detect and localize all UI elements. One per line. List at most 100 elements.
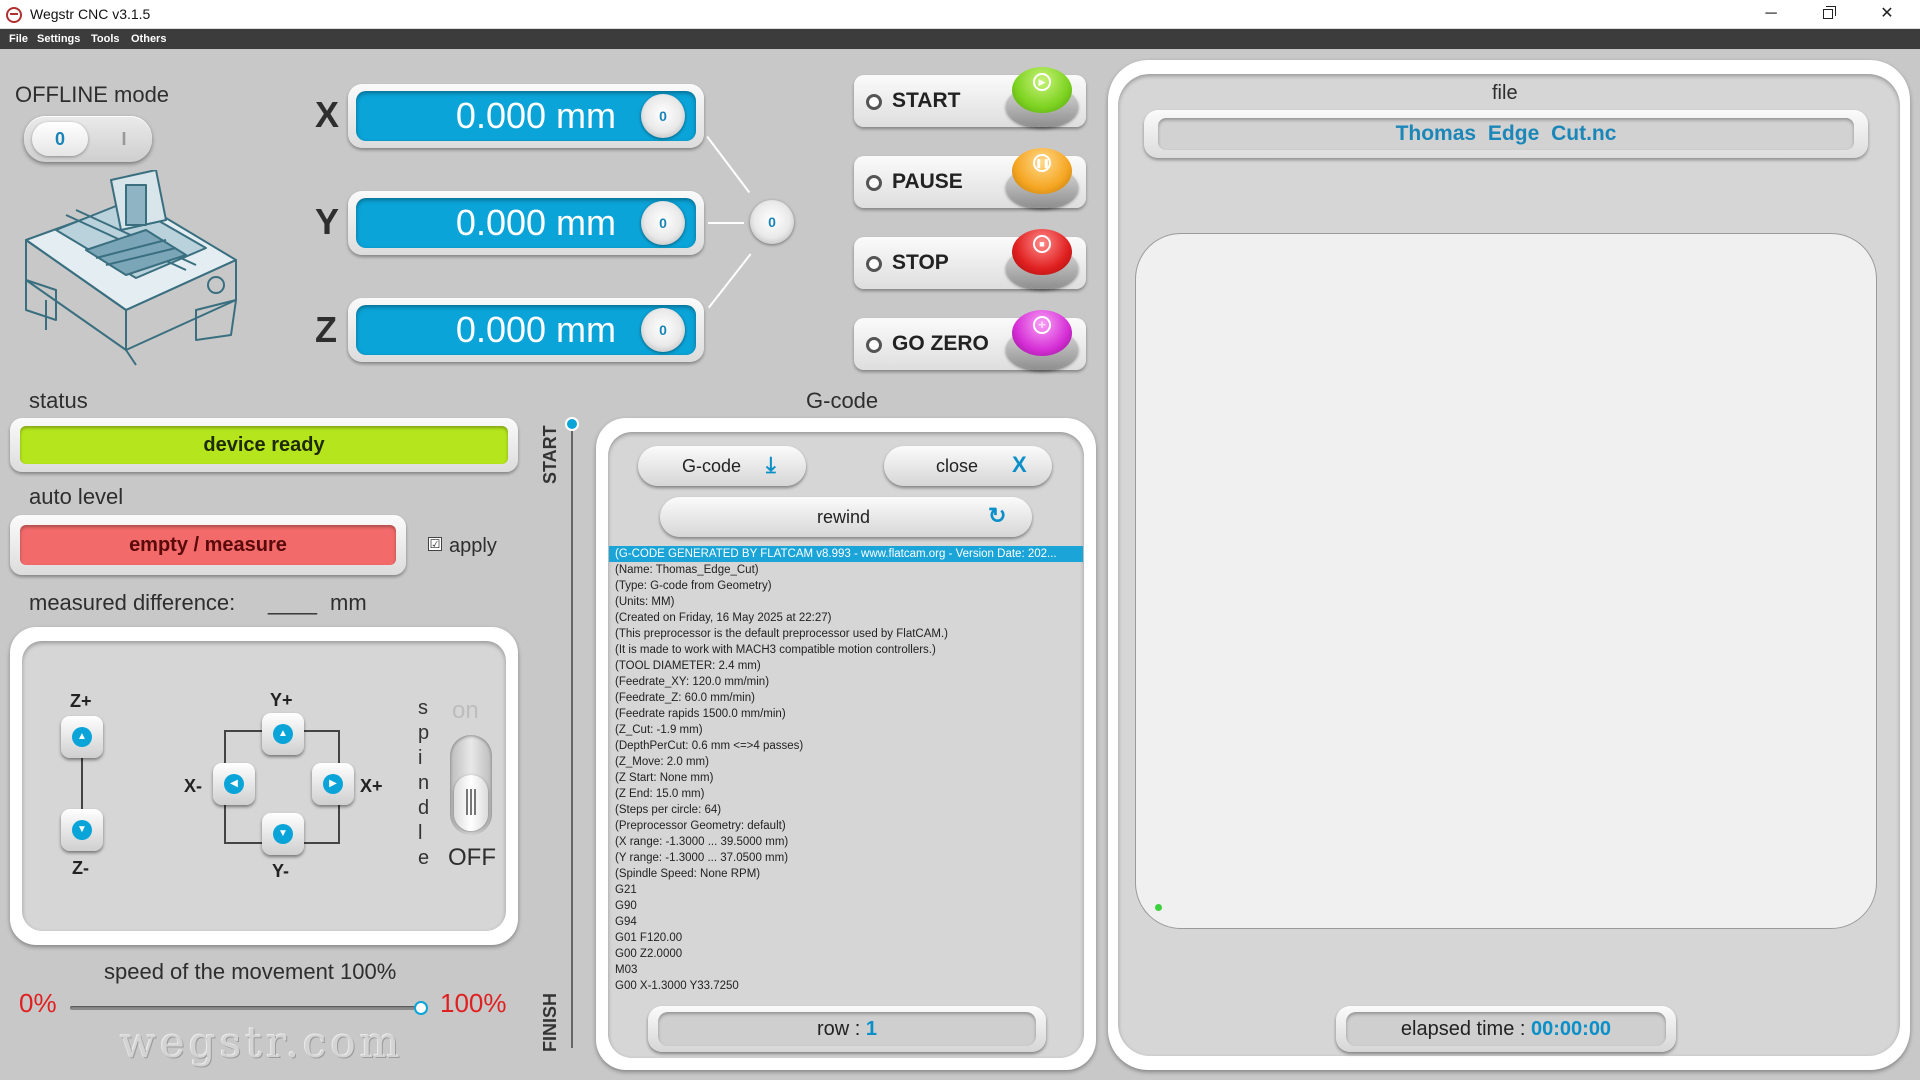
gcode-line[interactable]: (Units: MM) bbox=[609, 594, 1083, 610]
gcode-line[interactable]: G00 X-1.3000 Y33.7250 bbox=[609, 978, 1083, 994]
gcode-line[interactable]: (Steps per circle: 64) bbox=[609, 802, 1083, 818]
zero-all-button[interactable]: 0 bbox=[750, 200, 794, 244]
y-minus-label: Y- bbox=[272, 861, 290, 881]
gcode-line[interactable]: (TOOL DIAMETER: 2.4 mm) bbox=[609, 658, 1083, 674]
y-zero-button[interactable]: 0 bbox=[641, 201, 685, 245]
progress-track bbox=[571, 428, 573, 1048]
gcode-line[interactable]: (Z End: 15.0 mm) bbox=[609, 786, 1083, 802]
go-zero-button-cap: ✛ bbox=[1012, 310, 1072, 356]
z-plus-button[interactable]: ▲ bbox=[61, 716, 103, 758]
stop-button[interactable]: ■ bbox=[1006, 229, 1078, 289]
file-label: file bbox=[1492, 82, 1518, 104]
close-icon: X bbox=[1012, 452, 1027, 477]
measured-difference-unit: mm bbox=[330, 590, 367, 615]
gcode-line[interactable]: (Feedrate_Z: 60.0 mm/min) bbox=[609, 690, 1083, 706]
gcode-line[interactable]: (Y range: -1.3000 ... 37.0500 mm) bbox=[609, 850, 1083, 866]
apply-checkbox[interactable]: ☑ bbox=[428, 537, 442, 551]
x-plus-label: X+ bbox=[360, 776, 383, 796]
gcode-line[interactable]: (This preprocessor is the default prepro… bbox=[609, 626, 1083, 642]
gcode-line[interactable]: G21 bbox=[609, 882, 1083, 898]
x-plus-button[interactable]: ▶ bbox=[312, 763, 354, 805]
rewind-button[interactable]: rewind ↻ bbox=[660, 497, 1032, 537]
measured-difference-label: measured difference: bbox=[29, 590, 236, 615]
spindle-toggle[interactable] bbox=[450, 735, 492, 835]
pause-radio[interactable] bbox=[866, 175, 882, 191]
x-minus-button[interactable]: ◀ bbox=[213, 763, 255, 805]
arrow-down-icon: ▼ bbox=[273, 824, 293, 844]
start-radio[interactable] bbox=[866, 94, 882, 110]
progress-start-label: START bbox=[540, 425, 560, 484]
menu-others[interactable]: Others bbox=[131, 33, 166, 45]
minimize-button[interactable]: ─ bbox=[1742, 0, 1800, 29]
gcode-line[interactable]: (X range: -1.3000 ... 39.5000 mm) bbox=[609, 834, 1083, 850]
menu-tools[interactable]: Tools bbox=[91, 33, 120, 45]
gcode-line[interactable]: (G-CODE GENERATED BY FLATCAM v8.993 - ww… bbox=[609, 546, 1083, 562]
gcode-list[interactable]: (G-CODE GENERATED BY FLATCAM v8.993 - ww… bbox=[609, 546, 1083, 1000]
x-zero-button[interactable]: 0 bbox=[641, 94, 685, 138]
gcode-line[interactable]: (Feedrate_XY: 120.0 mm/min) bbox=[609, 674, 1083, 690]
y-minus-button[interactable]: ▼ bbox=[262, 813, 304, 855]
menu-file[interactable]: File bbox=[9, 33, 28, 45]
z-zero-button[interactable]: 0 bbox=[641, 308, 685, 352]
speed-slider-handle[interactable] bbox=[414, 1001, 428, 1015]
go-zero-button[interactable]: ✛ bbox=[1006, 310, 1078, 370]
apply-label: apply bbox=[449, 535, 497, 557]
gcode-line[interactable]: (Z_Move: 2.0 mm) bbox=[609, 754, 1083, 770]
go-zero-control[interactable]: GO ZERO ✛ bbox=[854, 310, 1086, 370]
status-label: status bbox=[29, 388, 88, 413]
download-icon: ⤓ bbox=[766, 452, 776, 477]
gcode-line[interactable]: G90 bbox=[609, 898, 1083, 914]
close-gcode-button[interactable]: close X bbox=[884, 446, 1052, 486]
offline-toggle-knob: 0 bbox=[32, 122, 88, 156]
gcode-line[interactable]: (It is made to work with MACH3 compatibl… bbox=[609, 642, 1083, 658]
window-title: Wegstr CNC v3.1.5 bbox=[30, 6, 151, 22]
gcode-line[interactable]: G01 F120.00 bbox=[609, 930, 1083, 946]
close-window-button[interactable]: ✕ bbox=[1858, 0, 1916, 29]
y-plus-button[interactable]: ▲ bbox=[262, 713, 304, 755]
x-minus-label: X- bbox=[184, 776, 202, 796]
elapsed-time-value: 00:00:00 bbox=[1531, 1018, 1612, 1040]
gcode-line[interactable]: (Spindle Speed: None RPM) bbox=[609, 866, 1083, 882]
gcode-line[interactable]: (Created on Friday, 16 May 2025 at 22:27… bbox=[609, 610, 1083, 626]
menu-settings[interactable]: Settings bbox=[37, 33, 80, 45]
status-display: device ready bbox=[10, 418, 518, 472]
load-gcode-label: G-code bbox=[682, 456, 742, 476]
load-gcode-button[interactable]: G-code ⤓ bbox=[638, 446, 806, 486]
restore-icon-back bbox=[1826, 6, 1836, 16]
gcode-line[interactable]: (Type: G-code from Geometry) bbox=[609, 578, 1083, 594]
filename-display: Thomas Edge Cut.nc bbox=[1144, 110, 1868, 158]
toolpath-preview-canvas[interactable] bbox=[1135, 233, 1877, 929]
start-button[interactable]: ▶ bbox=[1006, 67, 1078, 127]
speed-max-label: 100% bbox=[440, 988, 507, 1018]
pause-button[interactable]: ❚❚ bbox=[1006, 148, 1078, 208]
start-control[interactable]: START ▶ bbox=[854, 67, 1086, 127]
stop-control[interactable]: STOP ■ bbox=[854, 229, 1086, 289]
gcode-line[interactable]: (Z_Cut: -1.9 mm) bbox=[609, 722, 1083, 738]
row-value: 1 bbox=[865, 1018, 878, 1040]
speed-slider-track[interactable] bbox=[70, 1006, 422, 1010]
stop-label: STOP bbox=[892, 251, 949, 274]
gcode-line[interactable]: (Preprocessor Geometry: default) bbox=[609, 818, 1083, 834]
restore-button[interactable] bbox=[1800, 0, 1858, 29]
gcode-line[interactable]: M03 bbox=[609, 962, 1083, 978]
rewind-label: rewind bbox=[817, 507, 871, 527]
offline-mode-toggle[interactable]: 0 I bbox=[24, 116, 152, 162]
go-zero-label: GO ZERO bbox=[892, 332, 989, 355]
z-minus-button[interactable]: ▼ bbox=[61, 809, 103, 851]
gcode-line[interactable]: (Z Start: None mm) bbox=[609, 770, 1083, 786]
connector-line bbox=[708, 253, 752, 309]
gcode-line[interactable]: G00 Z2.0000 bbox=[609, 946, 1083, 962]
row-display-inner: row : 1 bbox=[658, 1012, 1036, 1046]
gcode-line[interactable]: G94 bbox=[609, 914, 1083, 930]
stop-radio[interactable] bbox=[866, 256, 882, 272]
gcode-line[interactable]: (Feedrate rapids 1500.0 mm/min) bbox=[609, 706, 1083, 722]
pause-control[interactable]: PAUSE ❚❚ bbox=[854, 148, 1086, 208]
progress-marker[interactable] bbox=[565, 417, 579, 431]
gcode-line[interactable]: (DepthPerCut: 0.6 mm <=>4 passes) bbox=[609, 738, 1083, 754]
go-zero-radio[interactable] bbox=[866, 337, 882, 353]
spindle-letter: e bbox=[418, 847, 430, 869]
gcode-line[interactable]: (Name: Thomas_Edge_Cut) bbox=[609, 562, 1083, 578]
gcode-title: G-code bbox=[806, 388, 879, 413]
z-jog-line bbox=[81, 757, 83, 813]
auto-level-button[interactable]: empty / measure bbox=[20, 525, 396, 565]
